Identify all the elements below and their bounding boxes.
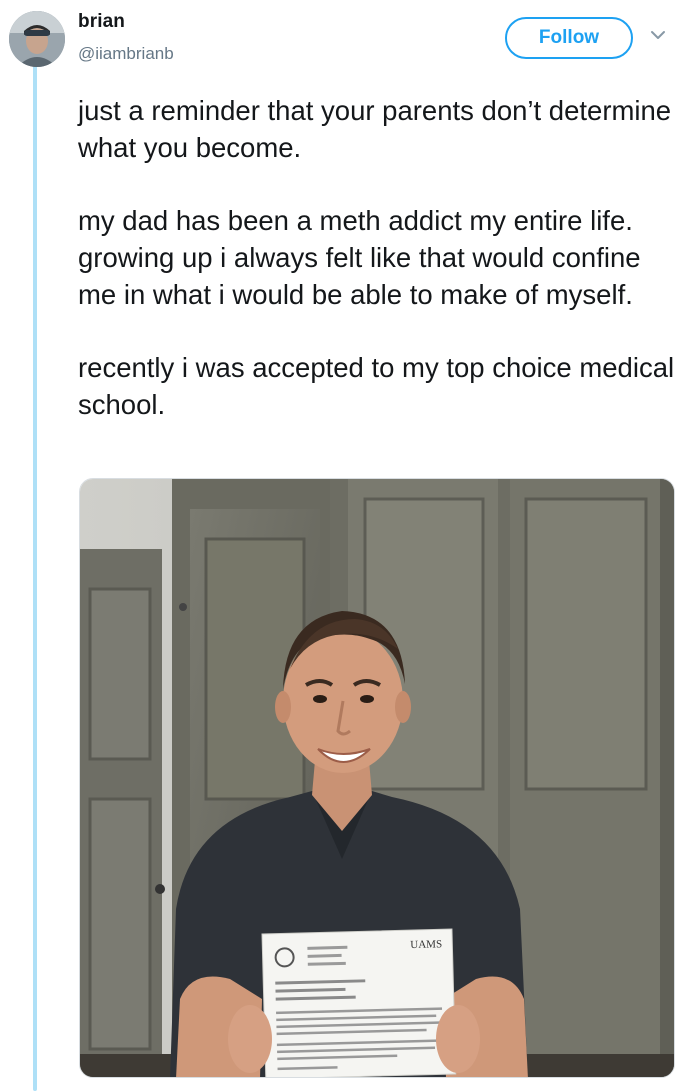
- follow-button[interactable]: Follow: [505, 17, 633, 59]
- chevron-down-icon[interactable]: [649, 28, 667, 42]
- user-handle[interactable]: @iiambrianb: [78, 44, 174, 64]
- letter-header-text: UAMS: [410, 938, 442, 951]
- tweet-paragraph: my dad has been a meth addict my entire …: [78, 205, 641, 310]
- tweet-paragraph: just a reminder that your parents don’t …: [78, 95, 672, 163]
- tweet-text: just a reminder that your parents don’t …: [78, 92, 678, 459]
- avatar[interactable]: [9, 11, 65, 67]
- user-display-name[interactable]: brian: [78, 11, 125, 33]
- tweet-paragraph: recently i was accepted to my top choice…: [78, 352, 675, 420]
- tweet-photo[interactable]: UAMS: [79, 478, 675, 1078]
- thread-line: [33, 62, 37, 1091]
